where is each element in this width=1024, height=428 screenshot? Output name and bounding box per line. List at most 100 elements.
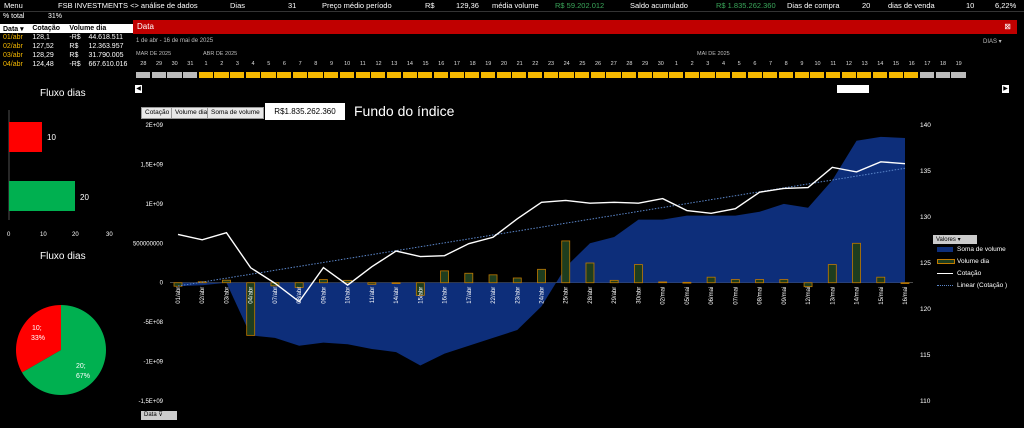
legend-swatch <box>937 285 953 286</box>
timeline-day-cell[interactable] <box>496 72 511 78</box>
timeline-day-cell[interactable] <box>951 72 966 78</box>
timeline-day-cell[interactable] <box>230 72 245 78</box>
timeline-day-cell[interactable] <box>324 72 339 78</box>
timeline-day-cell[interactable] <box>543 72 558 78</box>
x-tick-label: 22/abr <box>491 287 497 304</box>
timeline-day-cell[interactable] <box>355 72 370 78</box>
timeline-slicer[interactable]: 1 de abr - 16 de mai de 2025 DIAS ▾ MAR … <box>133 34 1017 98</box>
timeline-day-cell[interactable] <box>575 72 590 78</box>
timeline-day-label: 12 <box>375 61 382 67</box>
timeline-day-cell[interactable] <box>606 72 621 78</box>
filter-dropdown-icon[interactable]: ▾ <box>20 26 24 33</box>
data-field-button[interactable]: Data ⊽ <box>141 411 177 420</box>
timeline-day-cell[interactable] <box>825 72 841 78</box>
timeline-day-cell[interactable] <box>763 72 778 78</box>
timeline-day-cell[interactable] <box>935 72 950 78</box>
scroll-right-button[interactable]: ▶ <box>1002 85 1009 93</box>
volume-bar <box>852 242 861 284</box>
y-left-tick: 500000000 <box>133 241 164 247</box>
timeline-day-label: 27 <box>610 61 617 67</box>
timeline-day-cell[interactable] <box>418 72 433 78</box>
x-tick-label: 08/mai <box>758 287 764 305</box>
timeline-day-cell[interactable] <box>700 72 715 78</box>
x-tick-label: 08/abr <box>297 287 303 304</box>
timeline-day-cell[interactable] <box>872 72 888 78</box>
timeline-day-cell[interactable] <box>747 72 762 78</box>
legend-item: Linear (Cotação ) <box>933 280 1023 292</box>
timeline-day-cell[interactable] <box>669 72 684 78</box>
timeline-day-cell[interactable] <box>167 72 182 78</box>
timeline-day-cell[interactable] <box>778 72 794 78</box>
clear-filter-icon[interactable]: ⊠ <box>1004 22 1011 31</box>
timeline-day-cell[interactable] <box>888 72 903 78</box>
timeline-day-cell[interactable] <box>920 72 935 78</box>
timeline-day-cell[interactable] <box>559 72 574 78</box>
x-tick-label: 16/mai <box>903 287 909 305</box>
x-tick-label: 09/abr <box>321 287 327 304</box>
timeline-day-label: 26 <box>594 61 602 67</box>
dias-value: 31 <box>288 1 297 10</box>
timeline-day-cell[interactable] <box>261 72 276 78</box>
timeline-day-label: 13 <box>391 61 398 67</box>
timeline-day-cell[interactable] <box>731 72 746 78</box>
timeline-day-cell[interactable] <box>214 72 229 78</box>
y-right-tick: 135 <box>920 168 931 175</box>
app-title: FSB INVESTMENTS <> análise de dados <box>58 1 198 10</box>
timeline-day-cell[interactable] <box>716 72 731 78</box>
fluxo-tick: 30 <box>106 232 113 238</box>
timeline-day-cell[interactable] <box>433 72 449 78</box>
timeline-day-label: 20 <box>500 61 508 67</box>
timeline-day-cell[interactable] <box>449 72 464 78</box>
fluxo-tick: 10 <box>40 232 47 238</box>
y-left-tick: 0 <box>160 281 164 287</box>
x-tick-label: 02/mai <box>661 287 667 305</box>
y-left-tick: 2E+09 <box>145 123 163 129</box>
timeline-day-label: 18 <box>469 61 476 67</box>
timeline-day-cell[interactable] <box>622 72 637 78</box>
x-tick-label: 15/mai <box>879 287 885 305</box>
timeline-day-cell[interactable] <box>528 72 543 78</box>
cell-cotacao: 124,48 <box>32 61 54 68</box>
timeline-day-cell[interactable] <box>810 72 825 78</box>
timeline-day-label: 24 <box>563 61 570 67</box>
scroll-left-button[interactable]: ◀ <box>135 85 142 93</box>
timeline-day-cell[interactable] <box>904 72 919 78</box>
legend-header-button[interactable]: Valores ▾ <box>933 235 977 244</box>
timeline-day-label: 14 <box>877 61 884 67</box>
col-data-header[interactable]: Data ▾ <box>0 24 30 33</box>
timeline-day-cell[interactable] <box>857 72 872 78</box>
timeline-day-cell[interactable] <box>371 72 386 78</box>
volume-bar <box>827 264 837 284</box>
legend-label: Cotação <box>957 270 982 277</box>
timeline-unit-dropdown[interactable]: DIAS ▾ <box>983 38 1002 45</box>
timeline-day-cell[interactable] <box>684 72 699 78</box>
timeline-day-cell[interactable] <box>386 72 402 78</box>
timeline-day-cell[interactable] <box>637 72 652 78</box>
timeline-day-cell[interactable] <box>292 72 307 78</box>
legend-swatch <box>937 259 955 264</box>
timeline-day-cell[interactable] <box>590 72 605 78</box>
timeline-scrollbar-thumb[interactable] <box>837 85 869 93</box>
timeline-day-cell[interactable] <box>841 72 856 78</box>
x-tick-label: 09/mai <box>782 287 788 305</box>
timeline-day-cell[interactable] <box>136 72 151 78</box>
timeline-day-cell[interactable] <box>402 72 417 78</box>
timeline-day-cell[interactable] <box>183 72 198 78</box>
timeline-day-cell[interactable] <box>245 72 260 78</box>
timeline-day-cell[interactable] <box>151 72 166 78</box>
x-tick-label: 17/abr <box>467 287 473 304</box>
timeline-day-cell[interactable] <box>512 72 527 78</box>
timeline-day-cell[interactable] <box>653 72 668 78</box>
timeline-day-cell[interactable] <box>480 72 496 78</box>
timeline-day-cell[interactable] <box>277 72 292 78</box>
timeline-day-cell[interactable] <box>198 72 213 78</box>
timeline-day-cell[interactable] <box>794 72 809 78</box>
timeline-day-cell[interactable] <box>339 72 354 78</box>
month-label: ABR DE 2025 <box>203 51 238 57</box>
timeline-day-cell[interactable] <box>465 72 480 78</box>
menu-button[interactable]: Menu <box>4 1 23 10</box>
timeline-day-cell[interactable] <box>308 72 323 78</box>
cell-volume: 667.610.016 <box>88 61 128 68</box>
timeline-day-label: 15 <box>892 61 900 67</box>
timeline-day-label: 25 <box>579 61 586 67</box>
